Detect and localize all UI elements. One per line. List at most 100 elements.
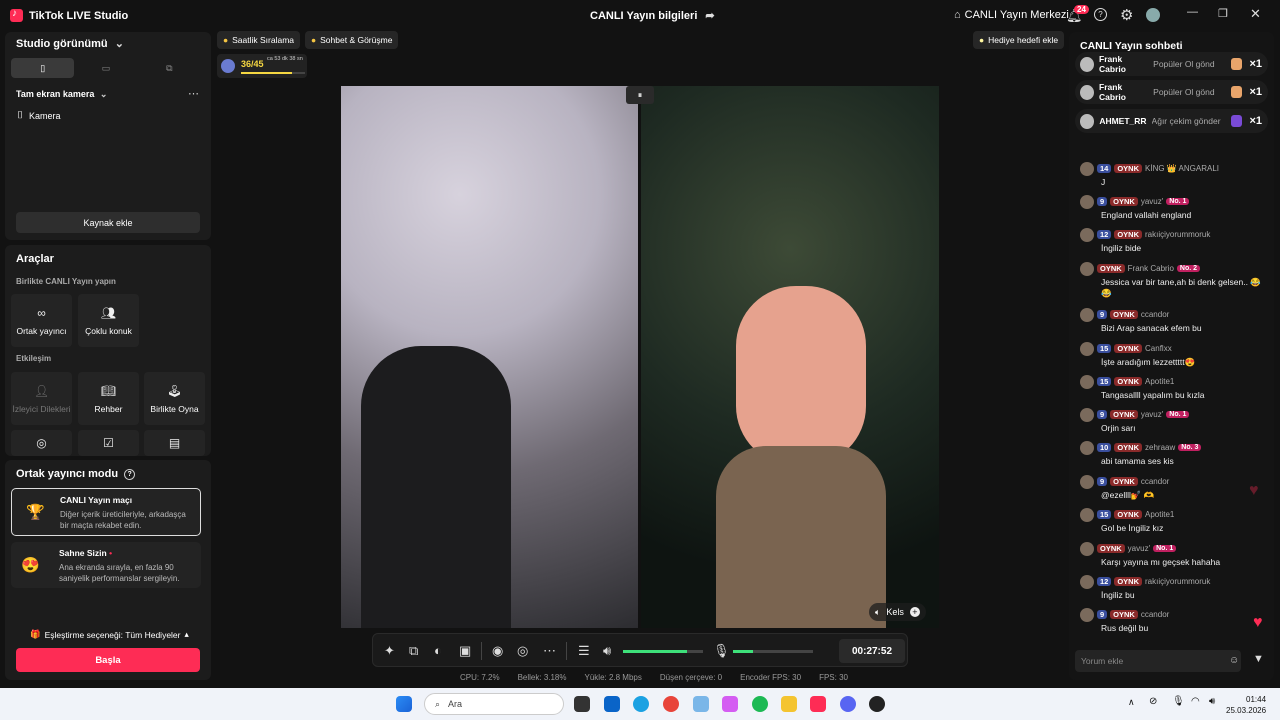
- emoji-icon[interactable]: ☺: [1229, 655, 1239, 666]
- maximize-button[interactable]: ❐: [1218, 7, 1228, 20]
- record-icon[interactable]: ◉: [492, 643, 503, 659]
- tool-tile-partial-1[interactable]: ◎: [11, 430, 72, 456]
- studio-view-dropdown[interactable]: Studio görünümü ⌄: [16, 37, 124, 50]
- progress-widget[interactable]: 36/45 ca 53 dk 38 sn: [217, 54, 307, 78]
- chat-username[interactable]: Frank Cabrio: [1128, 264, 1174, 273]
- multi-guest-tile[interactable]: 👥︎ Çoklu konuk: [78, 294, 139, 347]
- chat-username[interactable]: yavuz': [1128, 544, 1150, 553]
- chat-username[interactable]: Canflxx: [1145, 344, 1172, 353]
- outlook-icon[interactable]: [604, 696, 620, 712]
- stage-card[interactable]: 😍 Sahne Sizin • Ana ekranda sırayla, en …: [11, 542, 201, 588]
- share-icon[interactable]: ➦: [705, 9, 714, 22]
- chat-username[interactable]: Apotite1: [1145, 510, 1174, 519]
- add-icon[interactable]: +: [909, 607, 920, 617]
- avatar[interactable]: [1080, 374, 1094, 389]
- live-match-card[interactable]: 🏆 CANLI Yayın maçı Diğer içerik üreticil…: [11, 488, 201, 536]
- volume-slider[interactable]: [623, 650, 703, 653]
- spotify-icon[interactable]: [752, 696, 768, 712]
- task-view-icon[interactable]: [574, 696, 590, 712]
- avatar[interactable]: [1080, 507, 1094, 522]
- more-options-icon[interactable]: ⋯: [188, 87, 199, 100]
- stream-settings-icon[interactable]: ◎: [517, 643, 528, 659]
- camera-section-dropdown[interactable]: Tam ekran kamera ⌄: [16, 89, 107, 100]
- notification-button[interactable]: 🔔︎ 24: [1066, 5, 1089, 24]
- audio-mixer-icon[interactable]: ☰: [578, 643, 590, 659]
- help-icon[interactable]: ?: [124, 468, 136, 480]
- volume-icon[interactable]: 🔊︎: [603, 643, 611, 659]
- guide-tile[interactable]: 📖︎ Rehber: [78, 372, 139, 425]
- avatar[interactable]: [1146, 8, 1160, 22]
- avatar[interactable]: [1080, 227, 1094, 242]
- hourly-ranking-pill[interactable]: ● Saatlik Sıralama: [217, 31, 301, 49]
- chat-input[interactable]: Yorum ekle ☺: [1075, 650, 1241, 672]
- split-handle-icon[interactable]: ⏸: [626, 86, 654, 104]
- copilot-icon[interactable]: [722, 696, 738, 712]
- tool-tile-partial-2[interactable]: ☑: [78, 430, 139, 456]
- camera-source-item[interactable]: ⌷ Kamera: [17, 110, 61, 121]
- avatar[interactable]: [1080, 574, 1094, 589]
- settings-button[interactable]: ⚙: [1120, 6, 1133, 24]
- avatar[interactable]: [1080, 607, 1094, 622]
- chat-username[interactable]: rakıiçiyorummoruk: [1145, 577, 1210, 586]
- match-option-dropdown[interactable]: 🎁 Eşleştirme seçeneği: Tüm Hediyeler ▴: [30, 629, 189, 640]
- chat-username[interactable]: yavuz': [1141, 197, 1163, 206]
- tiktok-icon[interactable]: [810, 696, 826, 712]
- chat-username[interactable]: Apotite1: [1145, 377, 1174, 386]
- chat-username[interactable]: zehraaw: [1145, 443, 1175, 452]
- app-icon[interactable]: [693, 696, 709, 712]
- file-explorer-icon[interactable]: [781, 696, 797, 712]
- tool-tile-partial-3[interactable]: ▤: [144, 430, 205, 456]
- chat-username[interactable]: ccandor: [1141, 610, 1169, 619]
- app-icon[interactable]: [869, 696, 885, 712]
- add-source-button[interactable]: Kaynak ekle: [16, 212, 200, 233]
- wifi-icon[interactable]: ◠: [1191, 696, 1200, 707]
- chat-username[interactable]: rakıiçiyorummoruk: [1145, 230, 1210, 239]
- avatar[interactable]: [1080, 161, 1094, 176]
- play-together-tile[interactable]: 🕹︎ Birlikte Oyna: [144, 372, 205, 425]
- chrome-icon[interactable]: [663, 696, 679, 712]
- viewer-wishes-tile[interactable]: 👤︎ İzleyici Dilekleri: [11, 372, 72, 425]
- guest-label[interactable]: 🔈︎ Kels +: [869, 603, 926, 621]
- chat-username[interactable]: ccandor: [1141, 477, 1169, 486]
- split-layout-button[interactable]: ⧉: [138, 58, 201, 78]
- effects-icon[interactable]: ⧉: [409, 643, 418, 659]
- edge-icon[interactable]: [633, 696, 649, 712]
- caption-icon[interactable]: ▣: [459, 643, 471, 659]
- avatar[interactable]: [1080, 307, 1094, 322]
- microphone-icon[interactable]: 🎙︎: [1172, 696, 1185, 707]
- filter-icon[interactable]: ◐: [434, 643, 442, 658]
- filter-icon[interactable]: ▼: [1253, 653, 1264, 665]
- landscape-layout-button[interactable]: ▭: [74, 58, 137, 78]
- help-button[interactable]: ?: [1094, 8, 1107, 21]
- avatar[interactable]: [1080, 474, 1094, 489]
- chevron-up-icon[interactable]: ∧: [1128, 697, 1135, 708]
- portrait-layout-button[interactable]: ▯: [11, 58, 75, 78]
- live-center-link[interactable]: ⌂ CANLI Yayın Merkezi: [954, 9, 1069, 21]
- more-icon[interactable]: ⋯: [543, 643, 556, 659]
- chat-username[interactable]: yavuz': [1141, 410, 1163, 419]
- start-button[interactable]: Başla: [16, 648, 200, 672]
- avatar[interactable]: [1080, 341, 1094, 356]
- windows-start-icon[interactable]: [396, 696, 412, 712]
- gift-goal-pill[interactable]: ● Hediye hedefi ekle: [973, 31, 1065, 49]
- chat-call-pill[interactable]: ● Sohbet & Görüşme: [305, 31, 399, 49]
- avatar[interactable]: [1080, 194, 1094, 209]
- microphone-icon[interactable]: 🎙︎: [713, 643, 730, 659]
- cohost-tile[interactable]: ∞ Ortak yayıncı: [11, 294, 72, 347]
- taskbar-search[interactable]: ⌕ Ara: [424, 693, 564, 715]
- magic-wand-icon[interactable]: ✦: [384, 643, 395, 659]
- discord-icon[interactable]: [840, 696, 856, 712]
- mic-slider[interactable]: [733, 650, 813, 653]
- close-button[interactable]: ✕: [1250, 6, 1261, 22]
- network-icon[interactable]: ⊘: [1149, 696, 1157, 707]
- live-info-title[interactable]: CANLI Yayın bilgileri ➦: [590, 9, 715, 23]
- avatar[interactable]: [1080, 440, 1094, 455]
- volume-icon[interactable]: 🔊︎: [1209, 696, 1215, 707]
- avatar[interactable]: [1080, 261, 1094, 276]
- chat-username[interactable]: KİNG 👑 ANGARALI: [1145, 164, 1219, 173]
- avatar[interactable]: [1080, 407, 1094, 422]
- minimize-button[interactable]: —: [1187, 6, 1198, 18]
- taskbar-clock[interactable]: 01:44 25.03.2026: [1226, 694, 1266, 716]
- video-preview[interactable]: ⏸ 🔈︎ Kels +: [341, 86, 939, 628]
- avatar[interactable]: [1080, 541, 1094, 556]
